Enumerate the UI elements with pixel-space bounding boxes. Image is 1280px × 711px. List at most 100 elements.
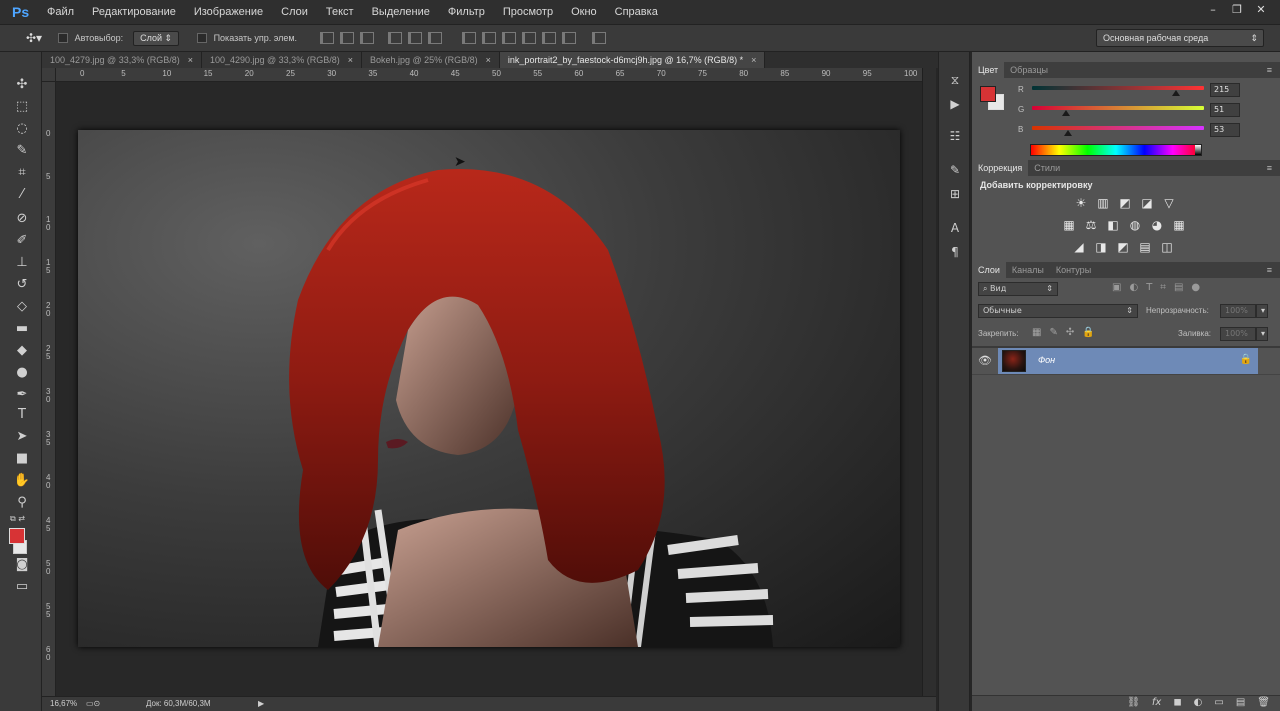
new-adjustment-icon[interactable]: ◐ — [1194, 697, 1203, 708]
character-panel-icon[interactable]: A — [947, 220, 963, 236]
align-top-icon[interactable] — [320, 32, 335, 44]
paragraph-panel-icon[interactable]: ¶ — [947, 244, 963, 260]
layer-filter-dropdown[interactable]: ⌕ Вид ⇕ — [978, 282, 1058, 296]
distribute-hcenter-icon[interactable] — [542, 32, 557, 44]
close-icon[interactable]: × — [348, 55, 353, 65]
restore-button[interactable]: ❐ — [1228, 2, 1246, 18]
tab-100-4290[interactable]: 100_4290.jpg @ 33,3% (RGB/8) × — [201, 52, 362, 68]
hand-tool-icon[interactable]: ✋ — [12, 472, 32, 490]
tab-paths[interactable]: Контуры — [1050, 262, 1097, 278]
eraser-tool-icon[interactable]: ◇ — [12, 298, 32, 316]
brightness-contrast-icon[interactable]: ☀ — [1073, 196, 1089, 210]
add-mask-icon[interactable]: ◼ — [1173, 697, 1181, 708]
channel-b-value[interactable]: 53 — [1210, 123, 1240, 137]
lock-pixels-icon[interactable]: ✎ — [1049, 327, 1057, 338]
align-right-icon[interactable] — [428, 32, 443, 44]
menu-item[interactable]: Редактирование — [83, 0, 185, 24]
threshold-icon[interactable]: ◩ — [1115, 240, 1131, 254]
blur-tool-icon[interactable]: ◆ — [12, 342, 32, 360]
brush-tool-icon[interactable]: ✐ — [12, 232, 32, 250]
photo-filter-icon[interactable]: ◍ — [1127, 218, 1143, 232]
brush-presets-icon[interactable]: ⊞ — [947, 186, 963, 202]
channel-r-value[interactable]: 215 — [1210, 83, 1240, 97]
dodge-tool-icon[interactable]: ● — [12, 364, 32, 382]
close-icon[interactable]: × — [751, 55, 756, 65]
crop-tool-icon[interactable]: ⌗ — [12, 164, 32, 182]
menu-item[interactable]: Файл — [38, 0, 83, 24]
filter-adjustment-icon[interactable]: ◐ — [1129, 282, 1138, 293]
ruler-origin[interactable] — [42, 68, 56, 82]
tab-channels[interactable]: Каналы — [1006, 262, 1050, 278]
show-transform-checkbox[interactable] — [197, 33, 208, 44]
color-spectrum-bar[interactable] — [1030, 144, 1202, 156]
minimize-button[interactable]: – — [1204, 2, 1222, 18]
properties-panel-icon[interactable]: ☷ — [947, 128, 963, 144]
menu-item[interactable]: Справка — [606, 0, 667, 24]
align-bottom-icon[interactable] — [360, 32, 375, 44]
status-info-icon[interactable]: ▭⊙ — [86, 697, 100, 711]
align-left-icon[interactable] — [388, 32, 403, 44]
filter-pixel-icon[interactable]: ▣ — [1112, 282, 1121, 293]
distribute-right-icon[interactable] — [562, 32, 577, 44]
menu-item[interactable]: Изображение — [185, 0, 272, 24]
lasso-tool-icon[interactable]: ◌ — [12, 120, 32, 138]
opacity-field[interactable]: 100% — [1220, 304, 1256, 318]
filter-toggle-icon[interactable]: ● — [1191, 282, 1200, 293]
menu-item[interactable]: Окно — [562, 0, 606, 24]
layer-style-icon[interactable]: fx — [1152, 697, 1161, 708]
distribute-vcenter-icon[interactable] — [482, 32, 497, 44]
curves-icon[interactable]: ◩ — [1117, 196, 1133, 210]
tab-bokeh[interactable]: Bokeh.jpg @ 25% (RGB/8) × — [361, 52, 500, 68]
channel-mixer-icon[interactable]: ◕ — [1149, 218, 1165, 232]
quick-select-tool-icon[interactable]: ✎ — [12, 142, 32, 160]
blend-mode-dropdown[interactable]: Обычные ⇕ — [978, 304, 1138, 318]
lock-all-icon[interactable]: 🔒 — [1082, 327, 1094, 338]
posterize-icon[interactable]: ◨ — [1093, 240, 1109, 254]
rectangle-tool-icon[interactable]: ■ — [12, 450, 32, 468]
selective-color-icon[interactable]: ◫ — [1159, 240, 1175, 254]
delete-layer-icon[interactable]: 🗑 — [1257, 697, 1270, 708]
layer-row-background[interactable]: Фон 🔒 — [998, 348, 1258, 374]
align-vcenter-icon[interactable] — [340, 32, 355, 44]
autoselect-checkbox[interactable] — [58, 33, 69, 44]
new-layer-icon[interactable]: ▤ — [1236, 697, 1245, 708]
tab-100-4279[interactable]: 100_4279.jpg @ 33,3% (RGB/8) × — [42, 52, 202, 68]
new-group-icon[interactable]: ▭ — [1214, 697, 1223, 708]
black-white-icon[interactable]: ◧ — [1105, 218, 1121, 232]
gradient-tool-icon[interactable]: ▬ — [12, 320, 32, 338]
vertical-ruler[interactable]: 0 5 1 0 1 5 2 0 2 5 3 0 3 5 4 0 4 5 5 0 5 5 6 0 — [42, 82, 56, 696]
zoom-tool-icon[interactable]: ⚲ — [12, 494, 32, 512]
panel-menu-icon[interactable]: ≡ — [1267, 62, 1272, 78]
brush-panel-icon[interactable]: ✎ — [947, 162, 963, 178]
vibrance-icon[interactable]: ▽ — [1161, 196, 1177, 210]
close-icon[interactable]: × — [486, 55, 491, 65]
auto-align-icon[interactable] — [592, 32, 607, 44]
panel-menu-icon[interactable]: ≡ — [1267, 160, 1272, 176]
channel-b-thumb[interactable] — [1064, 130, 1073, 136]
distribute-left-icon[interactable] — [522, 32, 537, 44]
tab-adjustments[interactable]: Коррекция — [972, 160, 1029, 176]
type-tool-icon[interactable]: T — [12, 406, 32, 424]
color-balance-icon[interactable]: ⚖ — [1083, 218, 1099, 232]
tab-styles[interactable]: Стили — [1028, 160, 1066, 176]
channel-g-slider[interactable] — [1032, 106, 1204, 110]
filter-type-icon[interactable]: T — [1146, 282, 1152, 293]
portrait-photo[interactable] — [78, 130, 900, 647]
screen-mode-icon[interactable]: ▭ — [12, 578, 32, 596]
tab-swatches[interactable]: Образцы — [1004, 62, 1054, 78]
invert-icon[interactable]: ◢ — [1071, 240, 1087, 254]
foreground-color-swatch[interactable] — [980, 86, 996, 102]
exposure-icon[interactable]: ◪ — [1139, 196, 1155, 210]
menu-item[interactable]: Выделение — [363, 0, 439, 24]
autoselect-dropdown[interactable]: Слой ⇕ — [133, 30, 180, 46]
tab-color[interactable]: Цвет — [972, 62, 1005, 78]
history-brush-tool-icon[interactable]: ↺ — [12, 276, 32, 294]
align-hcenter-icon[interactable] — [408, 32, 423, 44]
menu-item[interactable]: Фильтр — [439, 0, 494, 24]
opacity-arrow-icon[interactable]: ▾ — [1256, 304, 1268, 318]
path-select-tool-icon[interactable]: ➤ — [12, 428, 32, 446]
menu-item[interactable]: Просмотр — [494, 0, 562, 24]
pen-tool-icon[interactable]: ✒ — [12, 386, 32, 404]
vertical-scrollbar[interactable] — [922, 68, 936, 696]
close-button[interactable]: ✕ — [1252, 2, 1270, 18]
